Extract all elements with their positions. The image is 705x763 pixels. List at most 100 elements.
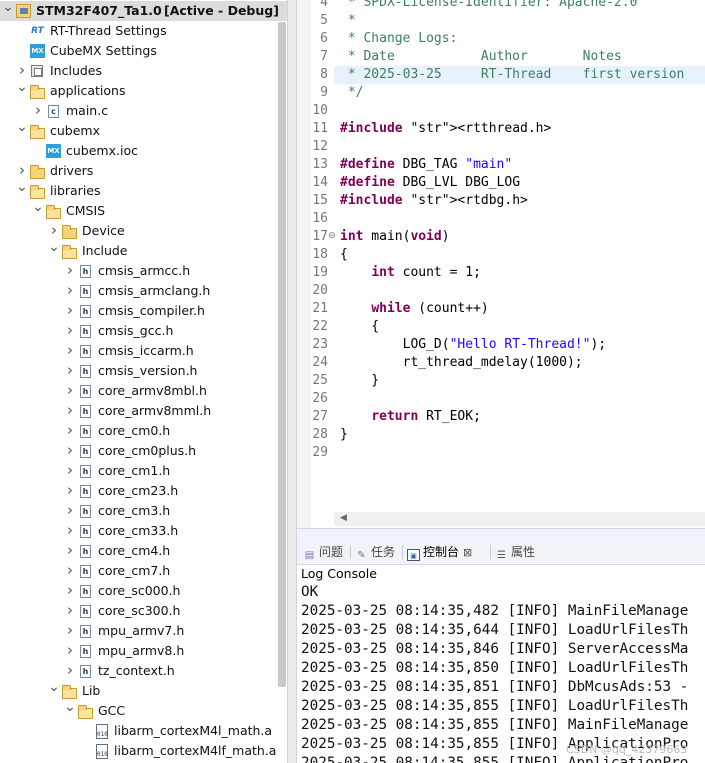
project-explorer-scrollbar[interactable] [278,22,286,687]
chevron-down-icon[interactable]: ⌄ [64,700,76,721]
tree-item-file[interactable]: › h cmsis_armcc.h [0,261,287,281]
chevron-right-icon[interactable]: › [64,541,76,561]
tree-item-lib-archive[interactable]: 010 libarm_cortexM4lf_math.a [0,741,287,761]
tree-item-applications[interactable]: ⌄ applications [0,80,287,101]
code-line[interactable]: } [340,426,348,444]
chevron-right-icon[interactable]: › [64,461,76,481]
chevron-down-icon[interactable]: ⌄ [2,0,14,21]
tree-item-cubemx-settings[interactable]: MX CubeMX Settings [0,41,287,61]
chevron-right-icon[interactable]: › [64,261,76,281]
chevron-right-icon[interactable]: › [64,481,76,501]
chevron-right-icon[interactable]: › [48,221,60,241]
chevron-right-icon[interactable]: › [64,441,76,461]
tree-item-lib-archive[interactable]: 010 libarm_cortexM4l_math.a [0,721,287,741]
view-splitter[interactable] [287,0,297,763]
tree-item-lib[interactable]: ⌄ Lib [0,680,287,701]
tree-item-device[interactable]: › Device [0,221,287,241]
tab-tasks[interactable]: ✎ 任务 [355,541,395,563]
code-line[interactable]: * SPDX-License-Identifier: Apache-2.0 [340,0,638,12]
tree-item-include[interactable]: ⌄ Include [0,240,287,261]
code-line[interactable]: while (count++) [340,300,488,318]
code-line[interactable]: * [340,12,356,30]
tree-item-file[interactable]: › h mpu_armv8.h [0,641,287,661]
tree-item-drivers[interactable]: › drivers [0,161,287,181]
code-line[interactable]: int main(void) [340,228,450,246]
chevron-right-icon[interactable]: › [64,421,76,441]
code-line[interactable]: int count = 1; [340,264,481,282]
chevron-down-icon[interactable]: ⌄ [48,680,60,701]
chevron-down-icon[interactable]: ⌄ [16,80,28,101]
code-line[interactable]: } [340,372,379,390]
code-line[interactable]: rt_thread_mdelay(1000); [340,354,583,372]
editor-horizontal-scrollbar[interactable]: ◀ [334,512,705,526]
tree-item-file[interactable]: › h core_cm1.h [0,461,287,481]
tree-item-cubemx[interactable]: ⌄ cubemx [0,120,287,141]
tree-item-file[interactable]: › h core_cm4.h [0,541,287,561]
chevron-right-icon[interactable]: › [64,561,76,581]
chevron-right-icon[interactable]: › [64,641,76,661]
tab-console[interactable]: ▣ 控制台 ⊠ [407,541,472,563]
tree-item-file[interactable]: › h cmsis_armclang.h [0,281,287,301]
chevron-right-icon[interactable]: › [64,401,76,421]
tab-problems[interactable]: ▤ 问题 [303,541,343,563]
code-line[interactable]: { [340,246,348,264]
tab-properties[interactable]: ☰ 属性 [495,541,535,563]
tree-item-file[interactable]: › h tz_context.h [0,661,287,681]
chevron-right-icon[interactable]: › [64,381,76,401]
tree-item-gcc[interactable]: ⌄ GCC [0,700,287,721]
fold-icon[interactable]: ⊖ [328,231,336,241]
tree-item-file[interactable]: › h core_cm0plus.h [0,441,287,461]
tree-item-file[interactable]: › h core_cm7.h [0,561,287,581]
tree-item-file[interactable]: › h core_cm23.h [0,481,287,501]
chevron-right-icon[interactable]: › [64,521,76,541]
code-line[interactable]: #include "str"><rtthread.h> [340,120,551,138]
tree-item-cubemx-ioc[interactable]: MX cubemx.ioc [0,141,287,161]
chevron-right-icon[interactable]: › [16,161,28,181]
tree-item-file[interactable]: › h core_sc300.h [0,601,287,621]
tree-item-file[interactable]: › h cmsis_gcc.h [0,321,287,341]
code-line[interactable]: #define DBG_LVL DBG_LOG [340,174,520,192]
chevron-down-icon[interactable]: ⌄ [32,200,44,221]
chevron-right-icon[interactable]: › [64,361,76,381]
chevron-right-icon[interactable]: › [64,601,76,621]
tree-item-file[interactable]: › h core_cm3.h [0,501,287,521]
chevron-right-icon[interactable]: › [64,581,76,601]
tree-item-main-c[interactable]: › c main.c [0,101,287,121]
tree-item-file[interactable]: › h core_armv8mml.h [0,401,287,421]
chevron-right-icon[interactable]: › [64,661,76,681]
code-line[interactable]: */ [340,84,364,102]
chevron-right-icon[interactable]: › [64,321,76,341]
code-line[interactable]: * 2025-03-25 RT-Thread first version [340,66,685,84]
chevron-right-icon[interactable]: › [32,101,44,121]
chevron-right-icon[interactable]: › [64,301,76,321]
tree-item-file[interactable]: › h cmsis_version.h [0,361,287,381]
tree-item-file[interactable]: › h cmsis_compiler.h [0,301,287,321]
code-line[interactable]: #define DBG_TAG "main" [340,156,512,174]
tree-item-file[interactable]: › h core_sc000.h [0,581,287,601]
chevron-right-icon[interactable]: › [64,501,76,521]
chevron-down-icon[interactable]: ⌄ [16,120,28,141]
code-line[interactable]: * Date Author Notes [340,48,622,66]
tree-item-rtthread-settings[interactable]: RT RT-Thread Settings [0,21,287,41]
tree-item-file[interactable]: › h core_cm0.h [0,421,287,441]
code-line[interactable]: LOG_D("Hello RT-Thread!"); [340,336,607,354]
chevron-right-icon[interactable]: › [64,341,76,361]
chevron-right-icon[interactable]: › [64,281,76,301]
code-line[interactable]: * Change Logs: [340,30,458,48]
tree-item-includes[interactable]: › Includes [0,61,287,81]
scroll-left-icon[interactable]: ◀ [340,513,347,523]
chevron-down-icon[interactable]: ⌄ [16,180,28,201]
tree-item-file[interactable]: › h cmsis_iccarm.h [0,341,287,361]
code-line[interactable]: { [340,318,379,336]
code-line[interactable]: #include "str"><rtdbg.h> [340,192,528,210]
tree-item-project[interactable]: ⌄ STM32F407_Ta1.0 [Active - Debug] [0,0,287,21]
chevron-right-icon[interactable]: › [16,61,28,81]
close-icon[interactable]: ⊠ [463,542,472,564]
tree-item-file[interactable]: › h core_armv8mbl.h [0,381,287,401]
tree-item-cmsis[interactable]: ⌄ CMSIS [0,200,287,221]
code-line[interactable]: return RT_EOK; [340,408,481,426]
tree-item-file[interactable]: › h core_cm33.h [0,521,287,541]
code-editor[interactable]: 4 * SPDX-License-Identifier: Apache-2.0 5… [297,0,705,528]
tree-item-file[interactable]: › h mpu_armv7.h [0,621,287,641]
chevron-right-icon[interactable]: › [64,621,76,641]
